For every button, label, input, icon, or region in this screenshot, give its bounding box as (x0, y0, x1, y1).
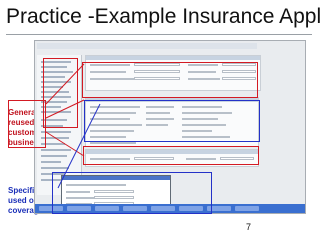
page-number: 7 (246, 222, 252, 232)
lower-highlight-box (83, 146, 259, 165)
nav-highlight-box (43, 58, 78, 128)
dialog-highlight-box (52, 172, 212, 214)
general-label-frame (8, 100, 46, 148)
header-highlight-box (82, 62, 258, 98)
title-divider (6, 34, 312, 35)
slide-title: Practice -Example Insurance Appl. (6, 5, 320, 28)
breadcrumb (37, 43, 257, 49)
details-highlight-box (84, 100, 260, 142)
